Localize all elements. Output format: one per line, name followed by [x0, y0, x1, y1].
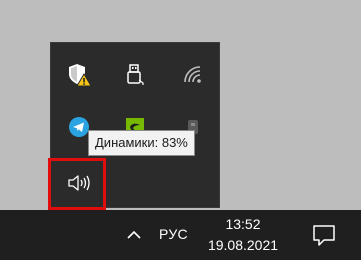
- show-hidden-icons-chevron-icon[interactable]: [126, 227, 142, 243]
- clock-time: 13:52: [225, 216, 261, 232]
- hidden-icons-flyout: [50, 42, 220, 208]
- usb-device-icon[interactable]: [115, 55, 155, 95]
- speaker-icon[interactable]: [59, 163, 99, 203]
- volume-tooltip: Динамики: 83%: [88, 130, 195, 156]
- input-language-indicator[interactable]: РУС: [159, 226, 188, 242]
- taskbar: РУС 13:52 19.08.2021: [0, 210, 361, 260]
- wifi-icon[interactable]: [173, 55, 213, 95]
- clock[interactable]: 13:52 19.08.2021: [202, 214, 284, 256]
- action-center-icon[interactable]: [309, 221, 339, 249]
- clock-date: 19.08.2021: [207, 237, 279, 253]
- windows-security-warning-icon[interactable]: [59, 55, 99, 95]
